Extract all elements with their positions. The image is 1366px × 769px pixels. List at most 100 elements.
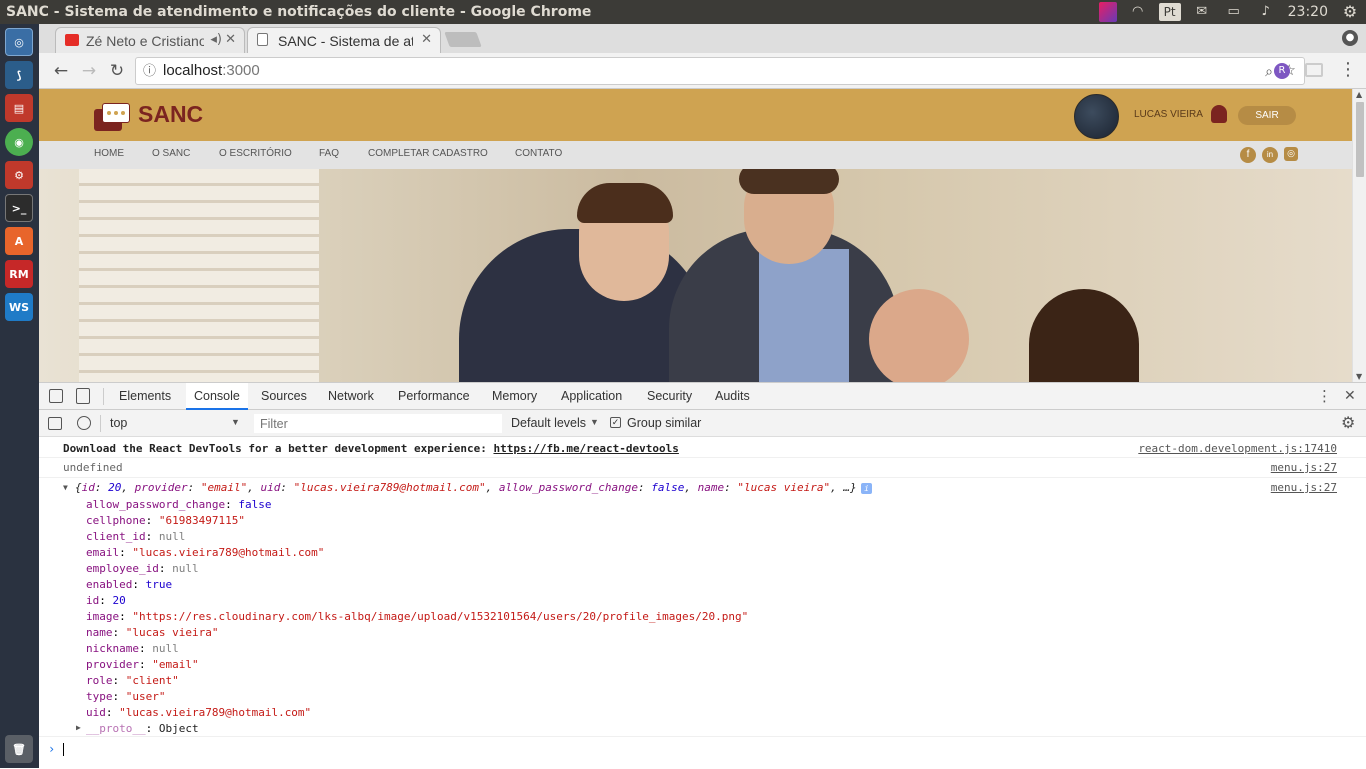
rubymine-icon[interactable]: RM	[5, 260, 33, 288]
bell-icon[interactable]	[1211, 105, 1227, 123]
reload-icon[interactable]: ↻	[106, 60, 128, 82]
forward-icon[interactable]: →	[78, 60, 100, 82]
page-scrollbar[interactable]: ▲ ▼	[1352, 89, 1366, 382]
tab-performance[interactable]: Performance	[390, 383, 478, 410]
person-right-head	[869, 289, 969, 382]
tab-audits[interactable]: Audits	[707, 383, 758, 410]
inspect-element-icon[interactable]	[49, 389, 63, 403]
logo-chat-icon	[94, 103, 130, 131]
trash-icon[interactable]: 🗑	[5, 735, 33, 763]
device-toolbar-icon[interactable]	[76, 388, 90, 404]
close-icon[interactable]: ✕	[225, 32, 236, 47]
system-tray: ◠ Pt ✉ ▭ ♪ 23:20 ⚙	[1094, 0, 1366, 24]
site-nav: HOME O SANC O ESCRITÓRIO FAQ COMPLETAR C…	[39, 141, 1352, 169]
extension-cast-icon[interactable]	[1305, 63, 1323, 77]
tab-youtube[interactable]: Zé Neto e Cristiano ◂) ✕	[55, 27, 245, 53]
linkedin-icon[interactable]: in	[1262, 147, 1278, 163]
page-icon	[257, 33, 268, 46]
instagram-icon[interactable]: ◎	[1284, 147, 1298, 161]
object-property-row: enabled: true	[86, 578, 173, 591]
source-link[interactable]: menu.js:27	[1271, 481, 1337, 494]
tab-elements[interactable]: Elements	[111, 383, 179, 410]
browser-toolbar: ← → ↻ ⓘ localhost:3000 ⌕ ☆ R ⋮	[39, 53, 1366, 89]
menu-icon[interactable]: ⋮	[1339, 59, 1357, 80]
tab-application[interactable]: Application	[553, 383, 630, 410]
dash-icon[interactable]: ◎	[5, 28, 33, 56]
group-similar-checkbox[interactable]: ✓	[610, 417, 621, 428]
volume-icon[interactable]: ♪	[1255, 3, 1277, 21]
clear-console-icon[interactable]	[77, 416, 91, 430]
hero-image	[39, 169, 1352, 382]
chevron-down-icon[interactable]: ▼	[590, 417, 599, 427]
console-message: undefined menu.js:27	[39, 458, 1366, 478]
info-badge-icon[interactable]: i	[861, 483, 872, 494]
devtools-menu-icon[interactable]: ⋮	[1317, 387, 1332, 405]
battery-icon[interactable]: ▭	[1223, 3, 1245, 21]
back-icon[interactable]: ←	[50, 60, 72, 82]
tab-sanc[interactable]: SANC - Sistema de atendimento ✕	[247, 27, 441, 53]
mail-icon[interactable]: ✉	[1191, 3, 1213, 21]
scroll-up-icon[interactable]: ▲	[1356, 90, 1362, 99]
nav-faq[interactable]: FAQ	[319, 148, 339, 159]
tab-security[interactable]: Security	[639, 383, 700, 410]
clock[interactable]: 23:20	[1288, 0, 1328, 24]
proto-expand-icon[interactable]: ▶	[76, 723, 81, 732]
mysql-workbench-icon[interactable]: ⟆	[5, 61, 33, 89]
page-viewport: SANC LUCAS VIEIRA SAIR HOME O SANC O ESC…	[39, 89, 1366, 382]
object-preview[interactable]: {id: 20, provider: "email", uid: "lucas.…	[75, 481, 857, 494]
facebook-icon[interactable]: f	[1240, 147, 1256, 163]
nav-completar-cadastro[interactable]: COMPLETAR CADASTRO	[368, 148, 488, 159]
webstorm-icon[interactable]: WS	[5, 293, 33, 321]
tab-memory[interactable]: Memory	[484, 383, 545, 410]
source-link[interactable]: menu.js:27	[1271, 461, 1337, 474]
scroll-down-icon[interactable]: ▼	[1356, 372, 1362, 381]
close-devtools-icon[interactable]: ✕	[1344, 388, 1356, 404]
gear-icon[interactable]: ⚙	[1339, 2, 1361, 21]
context-selector[interactable]: top	[110, 416, 241, 430]
nav-o-escritorio[interactable]: O ESCRITÓRIO	[219, 148, 292, 159]
proto-row[interactable]: __proto__: Object	[86, 722, 199, 735]
console-settings-gear-icon[interactable]: ⚙	[1341, 413, 1355, 433]
speaker-icon[interactable]: ◂)	[210, 32, 222, 47]
app-indicator-icon[interactable]	[1098, 2, 1117, 22]
chrome-icon[interactable]: ◉	[5, 128, 33, 156]
react-devtools-link[interactable]: https://fb.me/react-devtools	[493, 442, 678, 455]
launcher: ◎ ⟆ ▤ ◉ ⚙ >_ A RM WS 🗑	[0, 24, 39, 768]
nav-contato[interactable]: CONTATO	[515, 148, 562, 159]
zoom-icon[interactable]: ⌕	[1265, 58, 1273, 84]
files-icon[interactable]: ▤	[5, 94, 33, 122]
profile-icon[interactable]: ●	[1342, 30, 1358, 46]
console-filter-input[interactable]	[254, 414, 502, 433]
tab-console[interactable]: Console	[186, 383, 248, 410]
info-icon[interactable]: ⓘ	[143, 58, 156, 84]
wifi-icon[interactable]: ◠	[1127, 3, 1149, 21]
sidebar-toggle-icon[interactable]	[48, 417, 62, 430]
person-center-hair	[739, 169, 839, 194]
nav-o-sanc[interactable]: O SANC	[152, 148, 190, 159]
settings-icon[interactable]: ⚙	[5, 161, 33, 189]
source-link[interactable]: react-dom.development.js:17410	[1138, 442, 1337, 455]
console-prompt[interactable]: ›	[39, 740, 1366, 760]
brand-logo[interactable]: SANC	[138, 101, 203, 128]
avatar[interactable]	[1074, 94, 1119, 139]
terminal-icon[interactable]: >_	[5, 194, 33, 222]
url-host: localhost	[163, 62, 223, 79]
scrollbar-thumb[interactable]	[1356, 102, 1364, 177]
log-levels-dropdown[interactable]: Default levels	[511, 416, 586, 430]
new-tab-button[interactable]	[444, 32, 482, 47]
tab-sources[interactable]: Sources	[253, 383, 315, 410]
object-property-row: provider: "email"	[86, 658, 199, 671]
extension-icon[interactable]: R	[1274, 63, 1290, 79]
software-center-icon[interactable]: A	[5, 227, 33, 255]
nav-home[interactable]: HOME	[94, 148, 124, 159]
chevron-down-icon[interactable]: ▼	[231, 417, 240, 427]
close-icon[interactable]: ✕	[421, 32, 432, 47]
object-property-row: role: "client"	[86, 674, 179, 687]
logout-button[interactable]: SAIR	[1238, 106, 1296, 125]
expand-triangle-icon[interactable]: ▼	[63, 483, 68, 492]
tab-network[interactable]: Network	[320, 383, 382, 410]
object-property-row: image: "https://res.cloudinary.com/lks-a…	[86, 610, 749, 623]
address-bar[interactable]: ⓘ localhost:3000 ⌕ ☆	[135, 57, 1305, 85]
person-far-right-hair	[1029, 289, 1139, 382]
keyboard-layout-indicator[interactable]: Pt	[1158, 3, 1181, 21]
